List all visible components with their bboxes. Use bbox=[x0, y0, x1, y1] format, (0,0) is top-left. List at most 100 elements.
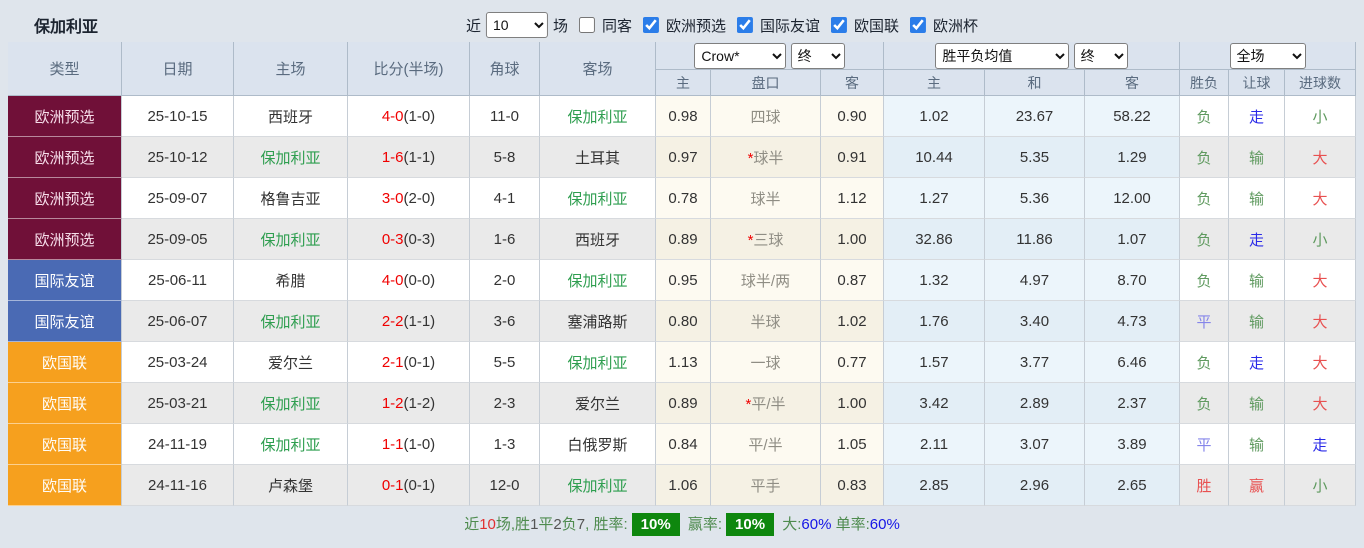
fulltime-score: 1-6 bbox=[381, 148, 404, 166]
handicap-cell: *三球 bbox=[711, 219, 821, 260]
halftime-score: (1-2) bbox=[403, 394, 436, 412]
odds-company-select[interactable]: Crow* bbox=[694, 42, 787, 69]
goals-result-cell: 小 bbox=[1285, 465, 1357, 506]
avg-stage-select[interactable]: 终 bbox=[1073, 42, 1128, 69]
odds-home-cell: 0.89 bbox=[656, 219, 711, 260]
scope-panel-header: 全场 bbox=[1180, 42, 1357, 70]
recent-count-select[interactable]: 10 bbox=[485, 12, 548, 38]
table-row: 国际友谊 25-06-11 希腊 4-0(0-0) 2-0 保加利亚 0.95 … bbox=[8, 260, 1357, 301]
winlose-result-cell: 平 bbox=[1180, 301, 1229, 342]
winlose-result-cell: 负 bbox=[1180, 178, 1229, 219]
fulltime-score: 3-0 bbox=[381, 189, 404, 207]
table-row: 欧洲预选 25-10-15 西班牙 4-0(1-0) 11-0 保加利亚 0.9… bbox=[8, 96, 1357, 137]
handicap-cell: 平/半 bbox=[711, 424, 821, 465]
summary-segment: 60% bbox=[869, 516, 900, 533]
odds-away-cell: 1.00 bbox=[821, 383, 884, 424]
subheader-handicap: 盘口 bbox=[711, 70, 821, 96]
away-team: 爱尔兰 bbox=[540, 383, 656, 424]
goals-result-cell: 走 bbox=[1285, 424, 1357, 465]
match-rows: 欧洲预选 25-10-15 西班牙 4-0(1-0) 11-0 保加利亚 0.9… bbox=[8, 96, 1357, 506]
goals-result-cell: 小 bbox=[1285, 96, 1357, 137]
table-row: 欧洲预选 25-10-12 保加利亚 1-6(1-1) 5-8 土耳其 0.97… bbox=[8, 137, 1357, 178]
winlose-result-cell: 负 bbox=[1180, 383, 1229, 424]
avg-away-cell: 12.00 bbox=[1085, 178, 1180, 219]
odds-stage-select[interactable]: 终 bbox=[790, 42, 845, 69]
odds-away-cell: 1.00 bbox=[821, 219, 884, 260]
handicap-value: 四球 bbox=[750, 108, 781, 126]
goals-result-cell: 大 bbox=[1285, 137, 1357, 178]
type-badge: 欧洲预选 bbox=[8, 178, 122, 219]
summary-segment: 单率: bbox=[831, 516, 870, 533]
avg-away-cell: 4.73 bbox=[1085, 301, 1180, 342]
subheader-odds-home: 主 bbox=[656, 70, 711, 96]
odds-home-cell: 0.84 bbox=[656, 424, 711, 465]
subheader-handicap-result: 让球 bbox=[1229, 70, 1285, 96]
odds-home-cell: 0.89 bbox=[656, 383, 711, 424]
avg-draw-cell: 2.96 bbox=[985, 465, 1085, 506]
avg-home-cell: 2.85 bbox=[884, 465, 985, 506]
same-opponent-checkbox[interactable] bbox=[578, 17, 595, 33]
handicap-cell: 球半 bbox=[711, 178, 821, 219]
col-header-away: 客场 bbox=[540, 42, 656, 96]
score-cell: 4-0(0-0) bbox=[348, 260, 470, 301]
col-header-home: 主场 bbox=[234, 42, 348, 96]
type-badge: 国际友谊 bbox=[8, 260, 122, 301]
odds-home-cell: 0.80 bbox=[656, 301, 711, 342]
handicap-value: 球半/两 bbox=[740, 272, 791, 290]
filter-checkbox-0[interactable] bbox=[642, 17, 659, 33]
avg-draw-cell: 5.35 bbox=[985, 137, 1085, 178]
avg-draw-cell: 4.97 bbox=[985, 260, 1085, 301]
filter-checkbox-2[interactable] bbox=[831, 17, 848, 33]
away-team: 白俄罗斯 bbox=[540, 424, 656, 465]
page-container: 保加利亚 近 10 场 同客 欧洲预选 国际友谊 欧国联 欧洲杯 类型 日期 主… bbox=[0, 0, 1364, 537]
summary-segment: 场,胜 bbox=[495, 516, 531, 533]
table-row: 欧洲预选 25-09-07 格鲁吉亚 3-0(2-0) 4-1 保加利亚 0.7… bbox=[8, 178, 1357, 219]
date-cell: 25-06-07 bbox=[122, 301, 234, 342]
type-badge: 国际友谊 bbox=[8, 301, 122, 342]
score-cell: 2-1(0-1) bbox=[348, 342, 470, 383]
fulltime-score: 1-2 bbox=[381, 394, 404, 412]
odds-away-cell: 1.02 bbox=[821, 301, 884, 342]
avg-draw-cell: 3.40 bbox=[985, 301, 1085, 342]
summary-segment: 10% bbox=[631, 513, 680, 536]
odds-away-cell: 1.12 bbox=[821, 178, 884, 219]
score-cell: 1-2(1-2) bbox=[348, 383, 470, 424]
corners-cell: 4-1 bbox=[470, 178, 540, 219]
type-badge: 欧国联 bbox=[8, 383, 122, 424]
goals-result-cell: 小 bbox=[1285, 219, 1357, 260]
avg-home-cell: 2.11 bbox=[884, 424, 985, 465]
odds-home-cell: 0.95 bbox=[656, 260, 711, 301]
goals-result-cell: 大 bbox=[1285, 301, 1357, 342]
scope-select[interactable]: 全场 bbox=[1229, 42, 1306, 69]
fulltime-score: 1-1 bbox=[381, 435, 404, 453]
subheader-goals: 进球数 bbox=[1285, 70, 1357, 96]
col-header-score: 比分(半场) bbox=[348, 42, 470, 96]
handicap-result-cell: 走 bbox=[1229, 219, 1285, 260]
avg-type-select[interactable]: 胜平负均值 bbox=[935, 42, 1070, 69]
avg-draw-cell: 23.67 bbox=[985, 96, 1085, 137]
handicap-result-cell: 输 bbox=[1229, 260, 1285, 301]
summary-segment: 7 bbox=[576, 516, 586, 533]
corners-cell: 1-3 bbox=[470, 424, 540, 465]
filter-label-euro-cup: 欧洲杯 bbox=[933, 17, 979, 35]
type-badge: 欧国联 bbox=[8, 465, 122, 506]
date-cell: 25-03-24 bbox=[122, 342, 234, 383]
matches-table: 类型 日期 主场 比分(半场) 角球 客场 Crow* 终 胜平负均值 终 全场 bbox=[8, 42, 1357, 506]
halftime-score: (0-1) bbox=[403, 476, 436, 494]
away-team: 塞浦路斯 bbox=[540, 301, 656, 342]
same-opponent-label: 同客 bbox=[601, 17, 632, 35]
corners-cell: 2-3 bbox=[470, 383, 540, 424]
odds-away-cell: 0.77 bbox=[821, 342, 884, 383]
handicap-cell: 四球 bbox=[711, 96, 821, 137]
avg-draw-cell: 11.86 bbox=[985, 219, 1085, 260]
avg-panel-header: 胜平负均值 终 bbox=[884, 42, 1180, 70]
filter-checkbox-3[interactable] bbox=[910, 17, 927, 33]
date-cell: 25-03-21 bbox=[122, 383, 234, 424]
summary-segment: 60% bbox=[801, 516, 832, 533]
handicap-cell: 一球 bbox=[711, 342, 821, 383]
filter-checkbox-1[interactable] bbox=[737, 17, 754, 33]
summary-line: 近10场,胜1平2负7, 胜率: 10% 赢率: 10% 大:60% 单率:60% bbox=[8, 513, 1356, 537]
score-cell: 0-3(0-3) bbox=[348, 219, 470, 260]
odds-home-cell: 0.98 bbox=[656, 96, 711, 137]
avg-home-cell: 1.76 bbox=[884, 301, 985, 342]
